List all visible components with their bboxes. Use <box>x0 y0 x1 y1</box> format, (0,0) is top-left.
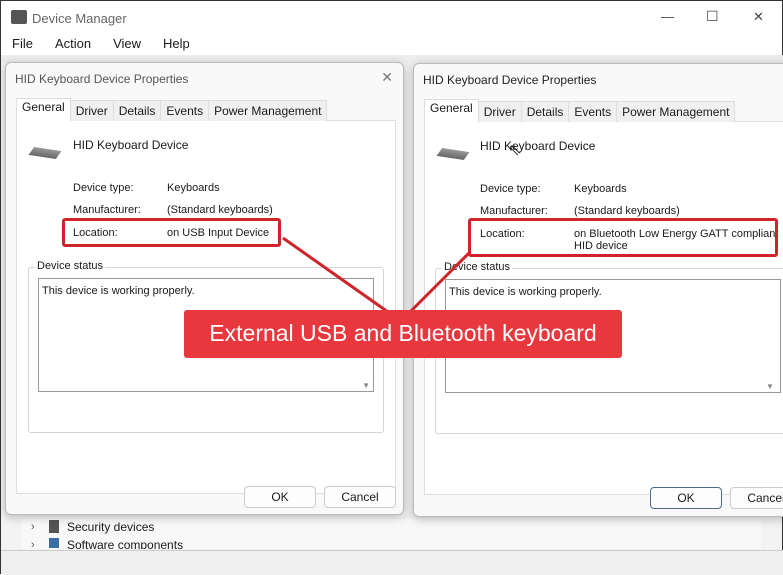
callout-connector-lines <box>282 236 472 314</box>
connector-line-usb <box>282 236 389 314</box>
annotation-callout: External USB and Bluetooth keyboard <box>184 310 622 358</box>
connector-line-bluetooth <box>408 250 472 314</box>
